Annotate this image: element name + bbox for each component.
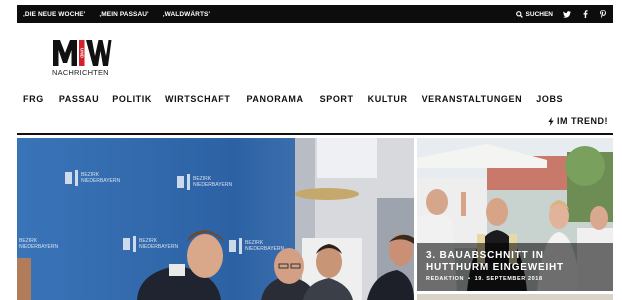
nav-item-panorama[interactable]: PANORAMA	[246, 94, 303, 104]
search-icon	[515, 10, 523, 18]
site-logo[interactable]: UND NACHRICHTEN	[52, 39, 112, 79]
top-link-mein-passau[interactable]: ‚MEIN PASSAU'	[99, 11, 148, 18]
top-link-die-neue-woche[interactable]: ‚DIE NEUE WOCHE'	[23, 11, 85, 18]
facebook-icon	[583, 10, 588, 18]
trend-link[interactable]: IM TREND!	[548, 116, 608, 126]
search-label: SUCHEN	[525, 10, 553, 18]
svg-text:NIEDERBAYERN: NIEDERBAYERN	[81, 178, 120, 184]
pinterest-button[interactable]	[599, 9, 607, 19]
hero-photo: BEZIRKNIEDERBAYERN BEZIRKNIEDERBAYERN BE…	[17, 138, 414, 300]
lightning-icon	[548, 116, 554, 126]
top-bar-right: SUCHEN	[515, 5, 607, 23]
next-article-preview[interactable]	[417, 294, 613, 300]
nav-item-jobs[interactable]: JOBS	[536, 94, 563, 104]
side-article-card[interactable]: 3. BAUABSCHNITT IN HUTTHURM EINGEWEIHT R…	[417, 138, 613, 291]
svg-text:NIEDERBAYERN: NIEDERBAYERN	[139, 244, 178, 250]
twitter-button[interactable]	[563, 9, 571, 19]
logo-subtitle: NACHRICHTEN	[52, 68, 109, 77]
svg-text:NIEDERBAYERN: NIEDERBAYERN	[245, 246, 284, 252]
svg-text:NIEDERBAYERN: NIEDERBAYERN	[19, 244, 58, 250]
side-article-title-line-1: 3. BAUABSCHNITT IN	[426, 250, 544, 261]
nav-item-passau[interactable]: PASSAU	[59, 94, 99, 104]
top-link-waldwaerts[interactable]: ‚WALDWÄRTS'	[163, 11, 210, 18]
facebook-button[interactable]	[581, 9, 589, 19]
nav-item-sport[interactable]: SPORT	[320, 94, 354, 104]
nav-item-kultur[interactable]: KULTUR	[368, 94, 408, 104]
hero-article-image[interactable]: BEZIRK NIEDERBAYERN BEZIRK NIEDERBAYERN BE…	[17, 138, 414, 300]
meta-separator: •	[468, 276, 471, 282]
nav-item-veranstaltungen[interactable]: VERANSTALTUNGEN	[422, 94, 523, 104]
twitter-icon	[563, 10, 571, 18]
main-nav: FRG PASSAU POLITIK WIRTSCHAFT PANORAMA S…	[23, 92, 563, 106]
nav-item-frg[interactable]: FRG	[23, 94, 44, 104]
nav-item-politik[interactable]: POLITIK	[112, 94, 152, 104]
side-article-date: 19. SEPTEMBER 2018	[474, 276, 543, 282]
trend-label: IM TREND!	[557, 116, 608, 126]
logo-und-text: UND	[80, 48, 85, 59]
side-article-meta: REDAKTION • 19. SEPTEMBER 2018	[426, 276, 543, 282]
svg-text:UND: UND	[80, 48, 85, 59]
side-article-title[interactable]: 3. BAUABSCHNITT IN HUTTHURM EINGEWEIHT	[426, 250, 606, 273]
nav-item-wirtschaft[interactable]: WIRTSCHAFT	[165, 94, 231, 104]
search-button[interactable]: SUCHEN	[515, 10, 553, 18]
top-bar-links: ‚DIE NEUE WOCHE' ‚MEIN PASSAU' ‚WALDWÄRT…	[23, 5, 210, 23]
top-bar: ‚DIE NEUE WOCHE' ‚MEIN PASSAU' ‚WALDWÄRT…	[17, 5, 613, 23]
side-article-author: REDAKTION	[426, 276, 465, 282]
side-article-title-line-2: HUTTHURM EINGEWEIHT	[426, 261, 564, 273]
svg-text:NIEDERBAYERN: NIEDERBAYERN	[193, 182, 232, 188]
pinterest-icon	[600, 10, 606, 18]
nav-divider	[17, 133, 613, 135]
